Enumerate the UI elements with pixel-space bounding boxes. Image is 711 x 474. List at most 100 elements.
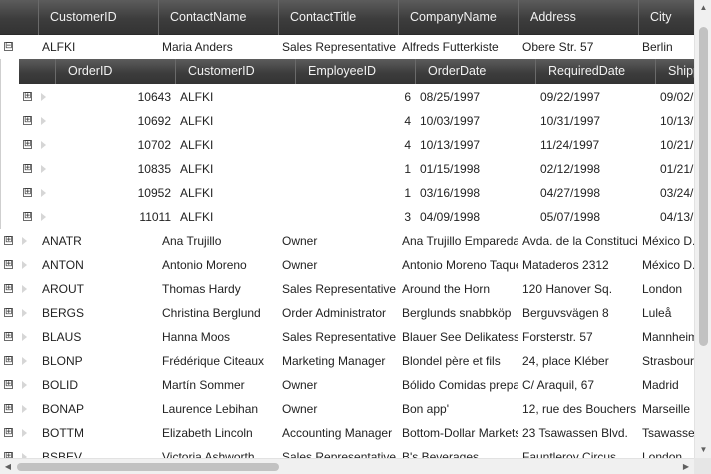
cell-contacttitle: Sales Representative xyxy=(282,40,397,54)
customer-row[interactable]: ⊞ BLONP Frédérique Citeaux Marketing Manage… xyxy=(0,349,694,373)
collapse-icon[interactable]: ⊟ xyxy=(4,42,13,51)
column-header-customerid[interactable]: CustomerID xyxy=(38,0,158,35)
order-row[interactable]: ⊞ 10702 ALFKI 4 10/13/1997 11/24/1997 10/21/19… xyxy=(19,133,694,157)
cell-contactname: Maria Anders xyxy=(162,40,233,54)
order-row[interactable]: ⊞ 10692 ALFKI 4 10/03/1997 10/31/1997 10/13/19… xyxy=(19,109,694,133)
scrollbar-corner xyxy=(694,458,711,474)
scroll-down-icon[interactable]: ▼ xyxy=(695,442,711,458)
cell-employeeid: 1 xyxy=(404,186,411,200)
expand-icon[interactable]: ⊞ xyxy=(23,116,32,125)
cell-orderid: 10702 xyxy=(137,138,171,152)
cell-address: 23 Tsawassen Blvd. xyxy=(522,426,628,440)
column-header-orderdate[interactable]: OrderDate xyxy=(415,59,535,84)
cell-city: London xyxy=(642,282,683,296)
expand-icon[interactable]: ⊞ xyxy=(4,332,13,341)
customer-row[interactable]: ⊞ BONAP Laurence Lebihan Owner Bon app' 12, r… xyxy=(0,397,694,421)
cell-order-customerid: ALFKI xyxy=(180,90,214,104)
expand-icon[interactable]: ⊞ xyxy=(4,236,13,245)
cell-shippeddate: 03/24/1998 xyxy=(660,186,694,200)
expand-icon[interactable]: ⊞ xyxy=(4,404,13,413)
cell-shippeddate: 09/02/1997 xyxy=(660,90,694,104)
cell-address: Obere Str. 57 xyxy=(522,40,594,54)
cell-contacttitle: Sales Representative xyxy=(282,282,397,296)
cell-orderdate: 08/25/1997 xyxy=(420,90,481,104)
customer-row[interactable]: ⊞ BOTTM Elizabeth Lincoln Accounting Manage… xyxy=(0,421,694,445)
customer-row[interactable]: ⊞ BSBEV Victoria Ashworth Sales Representat… xyxy=(0,445,694,458)
column-header-address[interactable]: Address xyxy=(518,0,638,35)
customer-row[interactable]: ⊞ AROUT Thomas Hardy Sales Representative Ar… xyxy=(0,277,694,301)
cell-companyname: Antonio Moreno Taquería xyxy=(402,258,518,272)
scroll-up-icon[interactable]: ▲ xyxy=(695,0,711,16)
order-row[interactable]: ⊞ 11011 ALFKI 3 04/09/1998 05/07/1998 04/13/19… xyxy=(19,205,694,229)
cell-contactname: Hanna Moos xyxy=(162,330,231,344)
column-header-city[interactable]: City xyxy=(638,0,694,35)
order-row[interactable]: ⊞ 10835 ALFKI 1 01/15/1998 02/12/1998 01/21/19… xyxy=(19,157,694,181)
customer-row[interactable]: ⊞ BLAUS Hanna Moos Sales Representative Blau… xyxy=(0,325,694,349)
expand-icon[interactable]: ⊞ xyxy=(4,428,13,437)
scroll-right-icon[interactable]: ▶ xyxy=(678,459,694,474)
cell-address: 24, place Kléber xyxy=(522,354,609,368)
cell-orderdate: 01/15/1998 xyxy=(420,162,481,176)
cell-contacttitle: Marketing Manager xyxy=(282,354,386,368)
grid-header: CustomerID ContactName ContactTitle Comp… xyxy=(0,0,694,35)
expand-icon[interactable]: ⊞ xyxy=(4,260,13,269)
cell-requireddate: 10/31/1997 xyxy=(540,114,601,128)
cell-contacttitle: Order Administrator xyxy=(282,306,387,320)
customers-grid: CustomerID ContactName ContactTitle Comp… xyxy=(0,0,694,458)
column-header-orderid[interactable]: OrderID xyxy=(55,59,175,84)
row-indicator-icon xyxy=(41,117,46,125)
customer-row[interactable]: ⊞ ANTON Antonio Moreno Owner Antonio Moreno … xyxy=(0,253,694,277)
column-header-contacttitle[interactable]: ContactTitle xyxy=(278,0,398,35)
customer-row-expanded[interactable]: ⊟ ALFKI Maria Anders Sales Representativ… xyxy=(0,35,694,59)
vertical-scroll-thumb[interactable] xyxy=(699,27,708,346)
expand-icon[interactable]: ⊞ xyxy=(4,380,13,389)
column-header-contactname[interactable]: ContactName xyxy=(158,0,278,35)
cell-employeeid: 1 xyxy=(404,162,411,176)
column-header-order-customerid[interactable]: CustomerID xyxy=(175,59,295,84)
cell-orderid: 10952 xyxy=(137,186,171,200)
expand-icon[interactable]: ⊞ xyxy=(23,140,32,149)
cell-contactname: Antonio Moreno xyxy=(162,258,247,272)
order-row[interactable]: ⊞ 10952 ALFKI 1 03/16/1998 04/27/1998 03/24/19… xyxy=(19,181,694,205)
customer-row[interactable]: ⊞ BOLID Martín Sommer Owner Bólido Comidas p… xyxy=(0,373,694,397)
cell-companyname: Blondel père et fils xyxy=(402,354,501,368)
cell-companyname: Bottom-Dollar Markets xyxy=(402,426,518,440)
cell-orderid: 10643 xyxy=(137,90,171,104)
row-indicator-icon xyxy=(22,357,27,365)
expand-icon[interactable]: ⊞ xyxy=(23,212,32,221)
orders-header: OrderID CustomerID EmployeeID OrderDate … xyxy=(19,59,694,84)
cell-city: Luleå xyxy=(642,306,672,320)
expand-icon[interactable]: ⊞ xyxy=(23,164,32,173)
customer-row[interactable]: ⊞ ANATR Ana Trujillo Owner Ana Trujillo Empa… xyxy=(0,229,694,253)
horizontal-scrollbar[interactable]: ◀ ▶ xyxy=(0,458,694,474)
expand-icon[interactable]: ⊞ xyxy=(23,92,32,101)
vertical-scrollbar[interactable]: ▲ ▼ xyxy=(694,0,711,458)
column-header-requireddate[interactable]: RequiredDate xyxy=(535,59,655,84)
cell-order-customerid: ALFKI xyxy=(180,186,214,200)
column-header-shippeddate[interactable]: ShippedDate xyxy=(655,59,694,84)
cell-address: Mataderos 2312 xyxy=(522,258,609,272)
column-header-companyname[interactable]: CompanyName xyxy=(398,0,518,35)
cell-companyname: Alfreds Futterkiste xyxy=(402,40,499,54)
expand-icon[interactable]: ⊞ xyxy=(4,284,13,293)
cell-customerid: AROUT xyxy=(42,282,84,296)
order-row[interactable]: ⊞ 10643 ALFKI 6 08/25/1997 09/22/1997 09/02/19… xyxy=(19,85,694,109)
cell-contactname: Frédérique Citeaux xyxy=(162,354,265,368)
cell-requireddate: 04/27/1998 xyxy=(540,186,601,200)
cell-city: México D.F. xyxy=(642,234,694,248)
cell-contacttitle: Owner xyxy=(282,378,318,392)
cell-contactname: Thomas Hardy xyxy=(162,282,241,296)
cell-requireddate: 11/24/1997 xyxy=(540,138,600,152)
expand-icon[interactable]: ⊞ xyxy=(23,188,32,197)
cell-address: Berguvsvägen 8 xyxy=(522,306,609,320)
horizontal-scroll-thumb[interactable] xyxy=(17,463,279,471)
column-header-employeeid[interactable]: EmployeeID xyxy=(295,59,415,84)
expand-icon[interactable]: ⊞ xyxy=(4,308,13,317)
cell-address: C/ Araquil, 67 xyxy=(522,378,595,392)
cell-companyname: Bon app' xyxy=(402,402,449,416)
cell-contacttitle: Owner xyxy=(282,258,318,272)
cell-customerid: BONAP xyxy=(42,402,85,416)
scroll-left-icon[interactable]: ◀ xyxy=(0,459,16,474)
customer-row[interactable]: ⊞ BERGS Christina Berglund Order Administra… xyxy=(0,301,694,325)
expand-icon[interactable]: ⊞ xyxy=(4,356,13,365)
